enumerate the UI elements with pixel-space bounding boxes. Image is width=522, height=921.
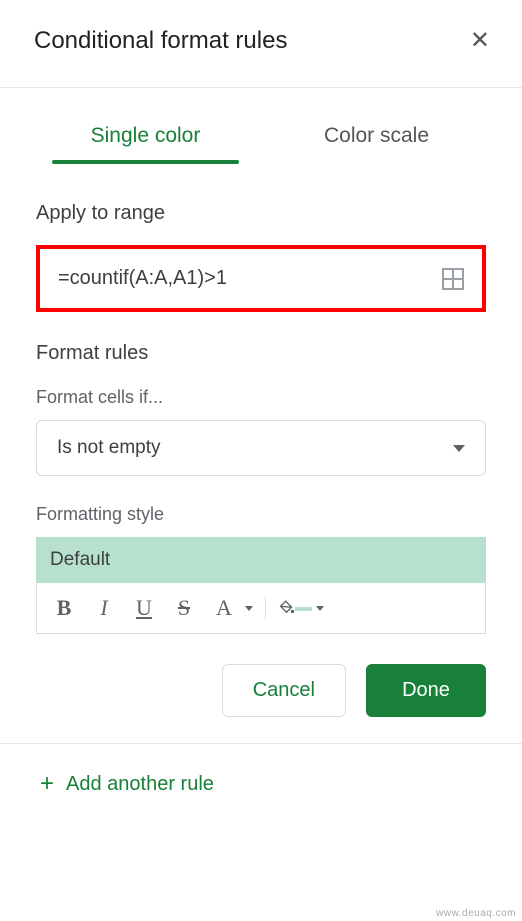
tabs: Single color Color scale (0, 112, 522, 158)
apply-to-range-label: Apply to range (36, 202, 486, 225)
style-preview-text: Default (50, 549, 110, 570)
format-cells-if-select[interactable]: Is not empty (36, 420, 486, 476)
bold-button[interactable]: B (47, 591, 81, 625)
format-cells-if-label: Format cells if... (36, 387, 486, 408)
range-input-highlight: =countif(A:A,A1)>1 (36, 245, 486, 312)
chevron-down-icon (316, 606, 324, 611)
paint-bucket-icon (278, 599, 295, 617)
fill-color-swatch (295, 607, 312, 611)
strikethrough-button[interactable]: S (167, 591, 201, 625)
formatting-style-label: Formatting style (36, 504, 486, 525)
grid-selector-icon[interactable] (442, 268, 464, 290)
format-cells-if-value: Is not empty (57, 437, 161, 459)
done-button[interactable]: Done (366, 664, 486, 717)
panel-header: Conditional format rules ✕ (0, 0, 522, 88)
range-input[interactable]: =countif(A:A,A1)>1 (44, 253, 478, 304)
watermark: www.deuaq.com (436, 908, 516, 919)
italic-button[interactable]: I (87, 591, 121, 625)
style-preview[interactable]: Default (36, 537, 486, 583)
chevron-down-icon (453, 445, 465, 452)
page-title: Conditional format rules (34, 27, 287, 55)
range-value: =countif(A:A,A1)>1 (58, 267, 227, 290)
fill-color-button[interactable] (278, 591, 312, 625)
tab-color-scale[interactable]: Color scale (261, 112, 492, 158)
plus-icon: + (40, 770, 54, 798)
close-icon: ✕ (470, 27, 490, 54)
action-buttons: Cancel Done (0, 634, 522, 744)
cancel-button[interactable]: Cancel (222, 664, 346, 717)
toolbar-separator (265, 597, 266, 619)
tab-single-color[interactable]: Single color (30, 112, 261, 158)
formatting-toolbar: B I U S A (36, 583, 486, 634)
format-rules-heading: Format rules (36, 342, 486, 365)
chevron-down-icon (245, 606, 253, 611)
add-another-rule-button[interactable]: + Add another rule (0, 744, 522, 810)
close-button[interactable]: ✕ (466, 22, 494, 59)
text-color-button[interactable]: A (207, 591, 241, 625)
add-rule-label: Add another rule (66, 773, 214, 796)
underline-button[interactable]: U (127, 591, 161, 625)
